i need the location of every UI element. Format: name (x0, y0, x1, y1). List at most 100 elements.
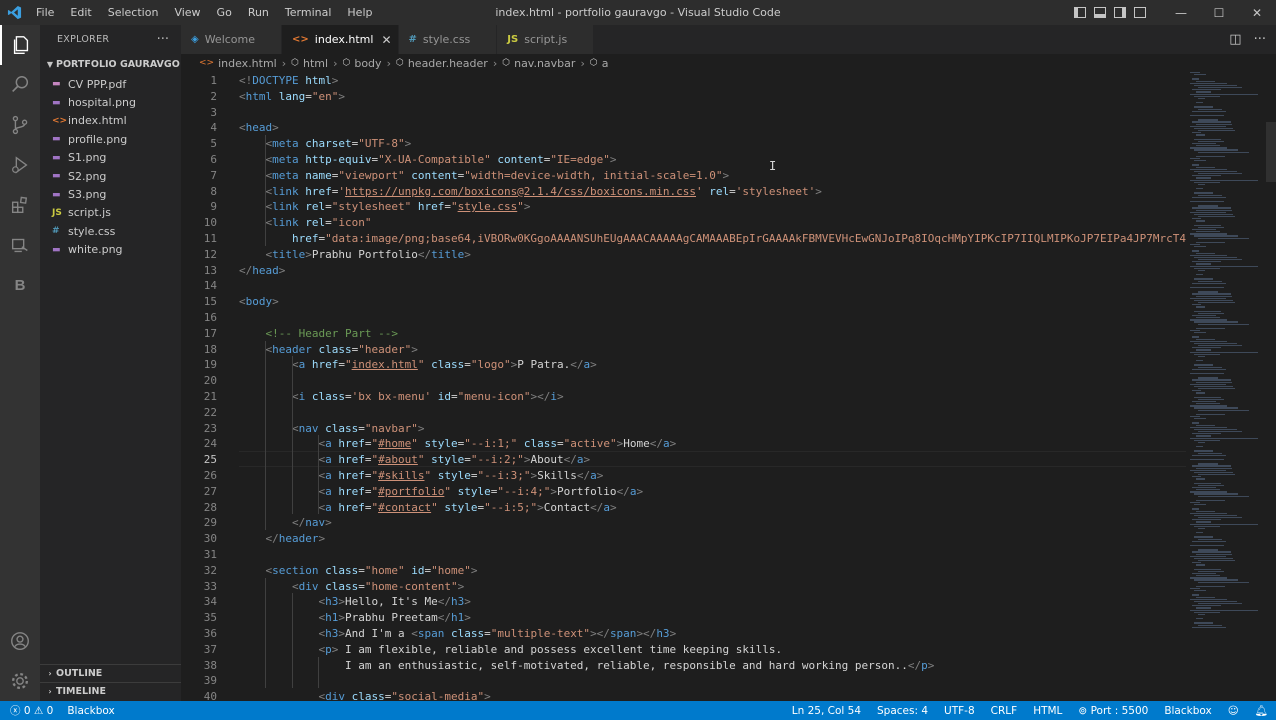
minimap[interactable] (1186, 72, 1266, 701)
code-line[interactable]: <p> I am flexible, reliable and possess … (239, 642, 782, 658)
file-item[interactable]: ▬ S1.png (40, 149, 181, 167)
toggle-secondary-sidebar-icon[interactable] (1114, 7, 1126, 18)
code-line[interactable]: </nav> (239, 515, 332, 531)
live-server-port[interactable]: ⊚ Port : 5500 (1078, 705, 1148, 717)
minimap-line (1194, 310, 1222, 312)
code-line[interactable]: <link href='https://unpkg.com/boxicons@2… (239, 184, 822, 200)
notifications-bell-icon[interactable]: 🔔︎ (1255, 704, 1268, 717)
close-window-button[interactable]: ✕ (1238, 0, 1276, 25)
code-line[interactable]: <i class='bx bx-menu' id="menu-icon"></i… (239, 389, 564, 405)
minimap-line (1198, 431, 1243, 433)
feedback-icon[interactable]: ☺ (1228, 705, 1239, 717)
code-line[interactable]: I am an enthusiastic, self-motivated, re… (239, 658, 934, 674)
breadcrumb-item[interactable]: html (303, 57, 328, 70)
language-mode[interactable]: HTML (1033, 705, 1062, 717)
outline-section[interactable]: › OUTLINE (40, 664, 181, 682)
code-line[interactable]: <section class="home" id="home"> (239, 563, 478, 579)
menu-go[interactable]: Go (209, 0, 240, 25)
line-number: 21 (203, 390, 217, 403)
indentation[interactable]: Spaces: 4 (877, 705, 928, 717)
split-editor-icon[interactable]: ◫ (1229, 32, 1241, 47)
code-line[interactable]: <nav class="navbar"> (239, 421, 424, 437)
search-icon[interactable] (0, 65, 40, 105)
close-tab-icon[interactable]: ✕ (381, 33, 391, 47)
problems-indicator[interactable]: ⓧ 0 ⚠ 0 (10, 703, 53, 718)
code-line[interactable]: <h1>Prabhu Preetam</h1> (239, 610, 470, 626)
breadcrumb-item[interactable]: header.header (408, 57, 488, 70)
blackbox-icon[interactable]: B (0, 265, 40, 305)
cursor-position[interactable]: Ln 25, Col 54 (792, 705, 861, 717)
blackbox-status-left[interactable]: Blackbox (67, 705, 114, 717)
customize-layout-icon[interactable] (1134, 7, 1146, 18)
tab-style-css[interactable]: # style.css (398, 25, 498, 54)
code-line[interactable]: <title>Prabhu Portfolio</title> (239, 247, 471, 263)
end-of-line[interactable]: CRLF (991, 705, 1018, 717)
code-area[interactable]: <!DOCTYPE html> <html lang="en"> <head> <m… (239, 72, 1186, 701)
code-line[interactable]: <div class="home-content"> (239, 579, 464, 595)
manage-gear-icon[interactable] (0, 661, 40, 701)
file-item[interactable]: ▬ profile.png (40, 130, 181, 148)
file-item[interactable]: ▬ CV PPP.pdf (40, 75, 181, 93)
code-line[interactable]: <link rel="icon" (239, 215, 372, 231)
minimap-line (1194, 557, 1234, 560)
menu-edit[interactable]: Edit (62, 0, 99, 25)
breadcrumb-item[interactable]: nav.navbar (514, 57, 575, 70)
file-item[interactable]: ▬ S2.png (40, 167, 181, 185)
menu-help[interactable]: Help (339, 0, 380, 25)
code-editor[interactable]: 1 2 3 4 5 6 7 8 9 10 11 12 13 14 15 16 17 18 19 20 21 22 23 24 2… (181, 72, 1276, 701)
timeline-section[interactable]: › TIMELINE (40, 682, 181, 700)
extensions-icon[interactable] (0, 185, 40, 225)
code-line[interactable]: <h3>And I'm a <span class="multiple-text… (239, 626, 676, 642)
code-line[interactable]: <link rel="stylesheet" href="style.css"> (239, 199, 531, 215)
tab-welcome[interactable]: ◈ Welcome (181, 25, 283, 54)
code-line[interactable]: </header> (239, 531, 326, 547)
code-line[interactable]: <meta name="viewport" content="width=dev… (239, 168, 730, 184)
scrollbar-thumb[interactable] (1266, 122, 1276, 182)
encoding[interactable]: UTF-8 (944, 705, 975, 717)
code-line[interactable]: <!-- Header Part --> (239, 326, 398, 342)
tab-script-js[interactable]: JS script.js (497, 25, 595, 54)
toggle-panel-icon[interactable] (1094, 7, 1106, 18)
file-item[interactable]: ▬ hospital.png (40, 93, 181, 111)
minimize-button[interactable]: — (1162, 0, 1200, 25)
folder-header[interactable]: ▼ PORTFOLIO GAURAVGO (40, 53, 181, 75)
code-line[interactable]: <h3>Hello, It's Me</h3> (239, 594, 470, 610)
code-line[interactable]: <body> (239, 294, 279, 310)
file-item[interactable]: ▬ S3.png (40, 185, 181, 203)
blackbox-status-right[interactable]: Blackbox (1164, 705, 1211, 717)
more-actions-icon[interactable]: ··· (157, 32, 169, 47)
explorer-icon[interactable] (0, 25, 40, 65)
toggle-primary-sidebar-icon[interactable] (1074, 7, 1086, 18)
code-line[interactable]: <a href="#home" style="--i:1;" class="ac… (239, 436, 676, 452)
code-line[interactable]: <!DOCTYPE html> (239, 73, 338, 89)
breadcrumb-item[interactable]: body (354, 57, 381, 70)
run-debug-icon[interactable] (0, 145, 40, 185)
file-item[interactable]: # style.css (40, 222, 181, 240)
code-line[interactable]: <head> (239, 120, 279, 136)
file-item[interactable]: JS script.js (40, 204, 181, 222)
remote-explorer-icon[interactable] (0, 225, 40, 265)
menu-selection[interactable]: Selection (100, 0, 167, 25)
code-line[interactable]: </head> (239, 263, 285, 279)
source-control-icon[interactable] (0, 105, 40, 145)
more-actions-icon[interactable]: ··· (1254, 32, 1266, 47)
menu-run[interactable]: Run (240, 0, 277, 25)
maximize-button[interactable]: ☐ (1200, 0, 1238, 25)
menu-view[interactable]: View (166, 0, 208, 25)
file-item[interactable]: <> index.html (40, 112, 181, 130)
tab-index-html[interactable]: <> index.html ✕ (282, 25, 399, 54)
code-line[interactable]: <html lang="en"> (239, 89, 345, 105)
file-item[interactable]: ▬ white.png (40, 241, 181, 259)
code-line[interactable]: <a href="#contact" style="--i:5;">Contac… (239, 500, 616, 516)
code-line[interactable]: <meta http-equiv="X-UA-Compatible" conte… (239, 152, 617, 168)
breadcrumb-item[interactable]: index.html (218, 57, 277, 70)
menu-file[interactable]: File (28, 0, 62, 25)
code-line[interactable]: <div class="social-media"> (239, 689, 490, 701)
code-line[interactable]: <a href="#skills" style="--i:3;">Skills<… (239, 468, 603, 484)
accounts-icon[interactable] (0, 621, 40, 661)
code-line[interactable]: <a href="#portfolio" style="--i:4;">Port… (239, 484, 643, 500)
vertical-scrollbar[interactable] (1266, 72, 1276, 701)
breadcrumb-item[interactable]: a (602, 57, 609, 70)
code-line[interactable]: href="data:image/png;base64,iVBORw0KGgoA… (239, 231, 1186, 247)
menu-terminal[interactable]: Terminal (277, 0, 340, 25)
